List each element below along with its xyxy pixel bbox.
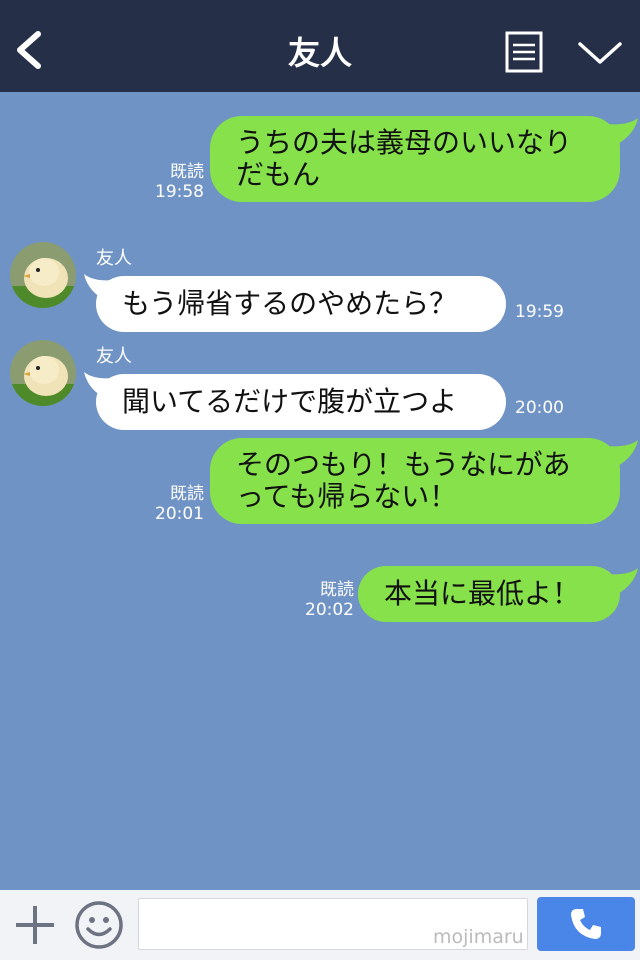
add-button[interactable] bbox=[12, 902, 58, 948]
back-button[interactable] bbox=[10, 26, 50, 74]
message-bubble-received[interactable]: 聞いてるだけで腹が立つよ bbox=[96, 374, 506, 430]
collapse-button[interactable] bbox=[576, 36, 624, 70]
read-label: 既読 bbox=[170, 162, 204, 182]
emoji-button[interactable] bbox=[74, 900, 124, 950]
message-text-line: っても帰らない！ bbox=[236, 480, 458, 513]
message-time: 19:59 bbox=[515, 302, 564, 322]
emoji-icon bbox=[75, 901, 123, 949]
message-bubble-sent[interactable]: うちの夫は義母のいいなり だもん bbox=[210, 116, 620, 202]
avatar-chick bbox=[10, 340, 76, 406]
message-time: 20:01 bbox=[155, 504, 204, 524]
avatar-chick bbox=[10, 242, 76, 308]
chat-area[interactable]: 既読 19:58 うちの夫は義母のいいなり だもん 友人 もう帰省するのやめたら… bbox=[0, 92, 640, 890]
message-text-line: うちの夫は義母のいいなり bbox=[236, 126, 573, 159]
message-bubble-received[interactable]: もう帰省するのやめたら？ bbox=[96, 276, 506, 332]
message-time: 19:58 bbox=[155, 182, 204, 202]
chevron-down-icon bbox=[578, 42, 622, 64]
read-label: 既読 bbox=[320, 580, 354, 600]
phone-icon bbox=[571, 909, 601, 939]
message-time: 20:02 bbox=[305, 600, 354, 620]
message-text-line: 聞いてるだけで腹が立つよ bbox=[122, 385, 458, 418]
message-text-line: だもん bbox=[236, 158, 321, 191]
sender-name: 友人 bbox=[96, 248, 132, 269]
sender-name: 友人 bbox=[96, 346, 132, 367]
plus-icon bbox=[16, 906, 54, 944]
menu-button[interactable] bbox=[504, 30, 544, 74]
avatar[interactable] bbox=[10, 242, 76, 308]
avatar[interactable] bbox=[10, 340, 76, 406]
message-meta: 既読 20:02 bbox=[300, 580, 354, 620]
message-text-line: もう帰省するのやめたら？ bbox=[122, 287, 458, 320]
message-text-line: 本当に最低よ！ bbox=[384, 577, 581, 610]
message-meta: 既読 20:01 bbox=[150, 484, 204, 524]
chat-header: 友人 bbox=[0, 0, 640, 92]
message-meta: 既読 19:58 bbox=[150, 162, 204, 202]
read-label: 既読 bbox=[170, 484, 204, 504]
message-bubble-sent[interactable]: そのつもり！もうなにがあ っても帰らない！ bbox=[210, 438, 620, 524]
menu-icon bbox=[505, 31, 543, 73]
message-text-line: そのつもり！もうなにがあ bbox=[236, 448, 571, 481]
back-chevron-icon bbox=[17, 31, 41, 69]
call-button[interactable] bbox=[537, 897, 635, 951]
message-time: 20:00 bbox=[515, 398, 564, 418]
chat-title: 友人 bbox=[287, 34, 352, 72]
watermark-text: mojimaru bbox=[433, 926, 524, 948]
message-bubble-sent[interactable]: 本当に最低よ！ bbox=[358, 566, 620, 622]
